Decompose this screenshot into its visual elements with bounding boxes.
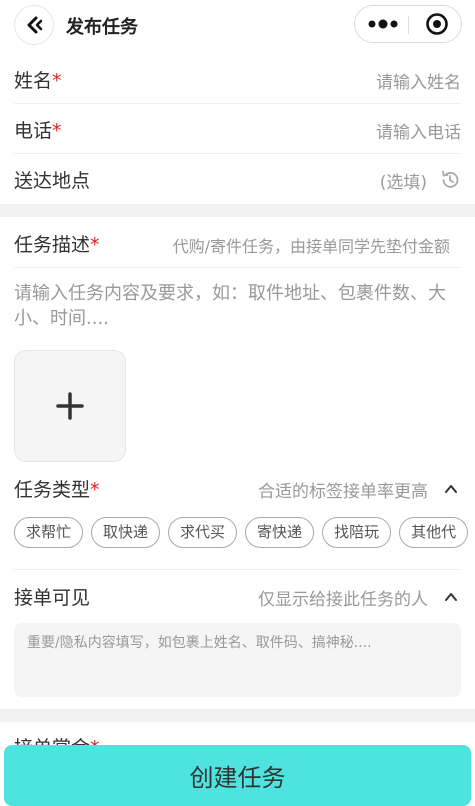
tag-chip[interactable]: 寄快递 xyxy=(245,517,315,548)
address-row[interactable]: 送达地点 (选填) xyxy=(14,166,461,196)
visible-label: 接单可见 xyxy=(14,587,91,609)
phone-input[interactable]: 请输入电话 xyxy=(376,118,461,143)
create-task-button[interactable]: 创建任务 xyxy=(4,745,471,806)
close-miniprogram-button[interactable] xyxy=(415,6,459,42)
task-type-row: 任务类型* 合适的标签接单率更高 xyxy=(14,475,461,505)
more-button[interactable] xyxy=(361,6,405,42)
tag-chip[interactable]: 找陪玩 xyxy=(322,517,392,548)
tag-chip[interactable]: 求帮忙 xyxy=(14,517,84,548)
back-arrow-icon xyxy=(27,16,43,34)
tag-chip[interactable]: 其他代 xyxy=(399,517,469,548)
task-type-label: 任务类型* xyxy=(14,479,100,501)
history-icon[interactable] xyxy=(439,169,461,191)
task-desc-label: 任务描述* xyxy=(14,234,100,256)
tag-chip[interactable]: 求代买 xyxy=(168,517,238,548)
plus-icon xyxy=(56,392,84,420)
chevron-up-icon[interactable] xyxy=(444,482,458,496)
name-row: 姓名* 请输入姓名 xyxy=(14,66,461,96)
contact-info-section: 姓名* 请输入姓名 电话* 请输入电话 送达地点 (选填) xyxy=(0,50,475,204)
task-desc-textarea[interactable]: 请输入任务内容及要求，如：取件地址、包裹件数、大小、时间.... xyxy=(14,281,454,331)
required-mark: * xyxy=(90,479,100,501)
required-mark: * xyxy=(90,234,100,256)
divider xyxy=(14,267,461,268)
name-label: 姓名* xyxy=(14,70,62,92)
visible-hint: 仅显示给接此任务的人 xyxy=(258,590,428,610)
task-type-tags: 求帮忙 取快递 求代买 寄快递 找陪玩 其他代 xyxy=(14,517,475,551)
task-desc-hint: 代购/寄件任务，由接单同学先垫付金额 xyxy=(172,237,450,256)
task-desc-row: 任务描述* 代购/寄件任务，由接单同学先垫付金额 xyxy=(14,230,461,260)
phone-label: 电话* xyxy=(14,120,62,142)
private-info-textarea[interactable]: 重要/隐私内容填写，如包裹上姓名、取件码、搞神秘.... xyxy=(14,623,461,697)
chevron-up-icon[interactable] xyxy=(444,590,458,604)
address-value[interactable]: (选填) xyxy=(380,168,427,193)
divider xyxy=(14,569,461,570)
task-detail-section: 任务描述* 代购/寄件任务，由接单同学先垫付金额 请输入任务内容及要求，如：取件… xyxy=(0,217,475,709)
divider xyxy=(14,153,461,154)
name-input[interactable]: 请输入姓名 xyxy=(376,68,461,93)
task-type-hint: 合适的标签接单率更高 xyxy=(258,482,428,502)
back-button[interactable] xyxy=(14,5,54,45)
required-mark: * xyxy=(52,120,62,142)
target-close-icon xyxy=(426,13,448,35)
image-upload-button[interactable] xyxy=(14,350,126,462)
more-dots-icon xyxy=(368,19,398,29)
mini-program-capsule xyxy=(354,5,462,43)
page-title: 发布任务 xyxy=(66,17,138,38)
navbar: 发布任务 xyxy=(0,0,475,50)
phone-row: 电话* 请输入电话 xyxy=(14,116,461,146)
divider xyxy=(14,103,461,104)
tag-chip[interactable]: 取快递 xyxy=(91,517,161,548)
required-mark: * xyxy=(52,70,62,92)
capsule-divider xyxy=(408,16,409,34)
visible-row: 接单可见 仅显示给接此任务的人 xyxy=(14,583,461,613)
address-label: 送达地点 xyxy=(14,170,91,192)
